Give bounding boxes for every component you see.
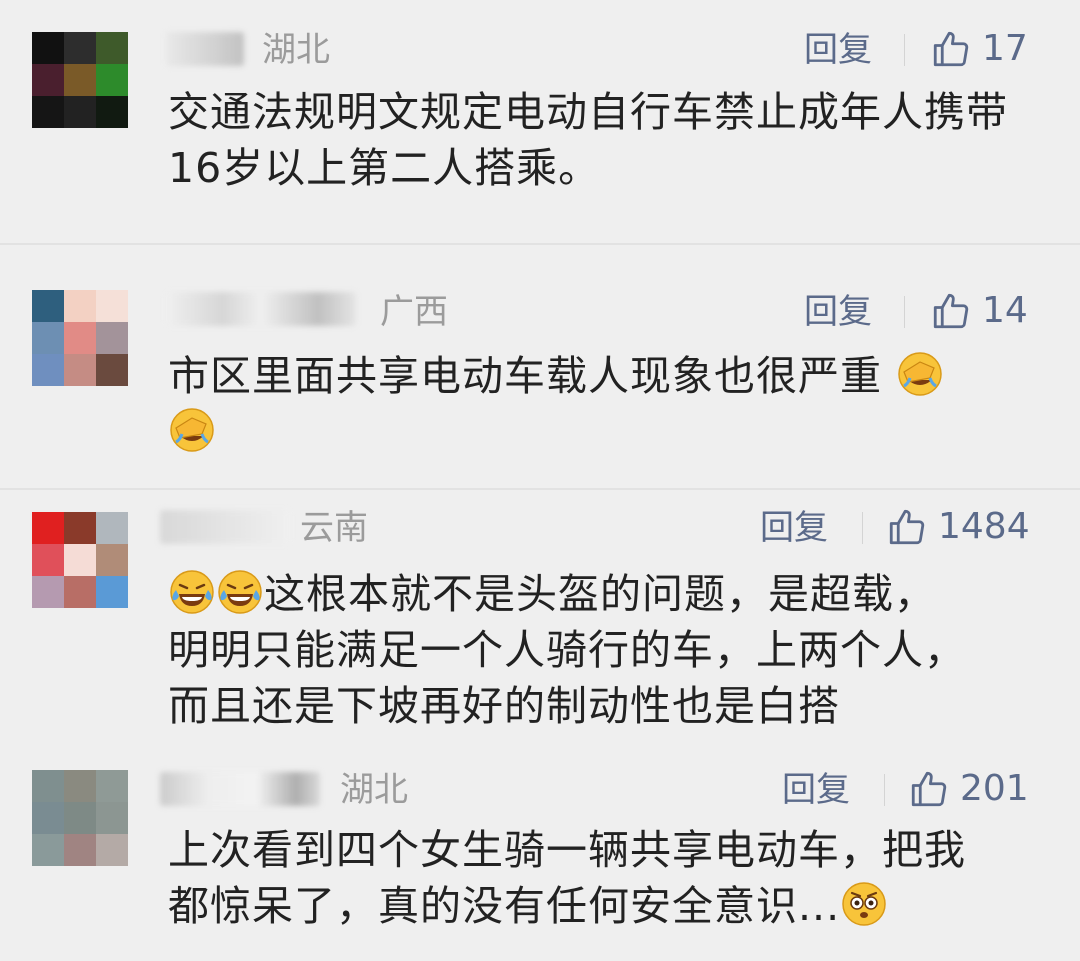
username-blurred[interactable]	[166, 292, 356, 326]
avatar-pixel	[64, 512, 96, 544]
comment-text-line1: 上次看到四个女生骑一辆共享电动车，把我	[168, 826, 966, 874]
avatar-pixel	[32, 576, 64, 608]
comment-text-line2: 都惊呆了，真的没有任何安全意识...	[168, 882, 841, 930]
avatar-pixel	[32, 290, 64, 322]
region-label: 广西	[380, 292, 448, 332]
like-button[interactable]: 17	[930, 28, 1028, 70]
like-count: 201	[960, 768, 1029, 809]
region-label: 云南	[300, 508, 368, 548]
divider	[904, 34, 905, 66]
divider	[884, 774, 885, 806]
avatar-pixel	[64, 544, 96, 576]
avatar-pixel	[64, 770, 96, 802]
separator	[0, 488, 1080, 490]
avatar-pixel	[64, 64, 96, 96]
avatar-pixel	[32, 544, 64, 576]
avatar-pixel	[32, 32, 64, 64]
thumbs-up-icon	[933, 31, 969, 67]
avatar[interactable]	[32, 512, 128, 608]
avatar-pixel	[32, 96, 64, 128]
facepalm-emoji-icon	[898, 352, 942, 396]
avatar-pixel	[64, 32, 96, 64]
divider	[862, 512, 863, 544]
avatar-pixel	[96, 354, 128, 386]
avatar-pixel	[96, 834, 128, 866]
like-button[interactable]: 14	[930, 290, 1028, 332]
comment-text-body: 市区里面共享电动车载人现象也很严重	[168, 352, 882, 400]
like-count: 14	[982, 290, 1028, 331]
comment-text: 上次看到四个女生骑一辆共享电动车，把我 都惊呆了，真的没有任何安全意识...	[168, 822, 1048, 934]
avatar-pixel	[96, 32, 128, 64]
like-button[interactable]: 201	[908, 768, 1029, 810]
divider	[904, 296, 905, 328]
avatar-pixel	[96, 770, 128, 802]
separator	[0, 243, 1080, 245]
avatar-pixel	[96, 544, 128, 576]
like-button[interactable]: 1484	[886, 506, 1030, 548]
avatar-pixel	[64, 802, 96, 834]
avatar-pixel	[32, 770, 64, 802]
username-blurred[interactable]	[160, 510, 290, 544]
region-label: 湖北	[262, 30, 330, 70]
like-count: 1484	[938, 506, 1030, 547]
reply-button[interactable]: 回复	[782, 770, 850, 810]
thumbs-up-icon	[933, 293, 969, 329]
avatar-pixel	[96, 96, 128, 128]
avatar[interactable]	[32, 770, 128, 866]
avatar-pixel	[96, 322, 128, 354]
comment-text: 市区里面共享电动车载人现象也很严重	[168, 348, 1008, 460]
reply-button[interactable]: 回复	[804, 30, 872, 70]
comment-text-line3: 而且还是下坡再好的制动性也是白搭	[168, 682, 840, 730]
flushed-face-emoji-icon	[842, 882, 886, 926]
laughing-tears-emoji-icon	[170, 570, 214, 614]
avatar-pixel	[32, 64, 64, 96]
avatar-pixel	[32, 354, 64, 386]
laughing-tears-emoji-icon	[218, 570, 262, 614]
reply-button[interactable]: 回复	[760, 508, 828, 548]
avatar-pixel	[64, 322, 96, 354]
thumbs-up-icon	[911, 771, 947, 807]
username-blurred[interactable]	[160, 772, 320, 806]
comment-text: 这根本就不是头盔的问题，是超载， 明明只能满足一个人骑行的车，上两个人， 而且还…	[168, 566, 1048, 734]
avatar[interactable]	[32, 290, 128, 386]
avatar-pixel	[96, 576, 128, 608]
avatar-pixel	[96, 64, 128, 96]
region-label: 湖北	[340, 770, 408, 810]
comment-text: 交通法规明文规定电动自行车禁止成年人携带16岁以上第二人搭乘。	[168, 88, 1008, 192]
reply-button[interactable]: 回复	[804, 292, 872, 332]
avatar-pixel	[64, 354, 96, 386]
avatar-pixel	[32, 802, 64, 834]
username-blurred[interactable]	[166, 32, 244, 66]
avatar-pixel	[64, 576, 96, 608]
facepalm-emoji-icon	[170, 408, 214, 452]
like-count: 17	[982, 28, 1028, 69]
avatar-pixel	[96, 512, 128, 544]
avatar-pixel	[64, 290, 96, 322]
avatar-pixel	[32, 834, 64, 866]
thumbs-up-icon	[889, 509, 925, 545]
avatar-pixel	[96, 802, 128, 834]
avatar-pixel	[64, 96, 96, 128]
comment-text-line2: 明明只能满足一个人骑行的车，上两个人，	[168, 626, 966, 674]
avatar-pixel	[32, 512, 64, 544]
avatar-pixel	[32, 322, 64, 354]
avatar-pixel	[96, 290, 128, 322]
avatar[interactable]	[32, 32, 128, 128]
comment-text-line1: 这根本就不是头盔的问题，是超载，	[264, 570, 936, 618]
avatar-pixel	[64, 834, 96, 866]
